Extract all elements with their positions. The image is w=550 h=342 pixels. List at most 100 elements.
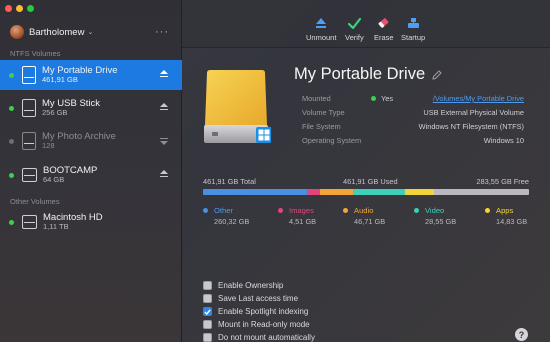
- eject-icon: [316, 16, 327, 30]
- usb-drive-icon: [22, 99, 36, 117]
- eject-icon[interactable]: [160, 170, 168, 179]
- volume-size: 64 GB: [43, 175, 65, 185]
- legend-label: Other: [214, 206, 233, 215]
- usage-segment-video: [352, 189, 406, 195]
- legend-dot: [485, 208, 490, 213]
- mounted-indicator: [9, 105, 14, 111]
- option-row[interactable]: Save Last access time: [203, 293, 298, 304]
- checkbox-checked[interactable]: [203, 307, 212, 316]
- usage-free: 283,55 GB Free: [476, 177, 529, 186]
- legend-label: Apps: [496, 206, 514, 215]
- file-system-value: Windows NT Filesystem (NTFS): [418, 122, 524, 131]
- verify-button[interactable]: Verify: [345, 16, 364, 42]
- info-operating-system: Operating System Windows 10: [302, 135, 524, 146]
- legend-other: Other 260,32 GB: [203, 206, 249, 226]
- info-file-system: File System Windows NT Filesystem (NTFS): [302, 121, 524, 132]
- sidebar-item-my-usb-stick[interactable]: My USB Stick 256 GB: [0, 93, 182, 123]
- sidebar-item-my-photo-archive[interactable]: My Photo Archive 128: [0, 126, 182, 156]
- checkbox[interactable]: [203, 294, 212, 303]
- sidebar-item-my-portable-drive[interactable]: My Portable Drive 461,91 GB: [0, 60, 182, 90]
- option-row[interactable]: Do not mount automatically: [203, 332, 315, 342]
- internal-disk-icon: [22, 168, 37, 182]
- legend-size: 14,83 GB: [496, 217, 528, 226]
- eraser-icon: [377, 16, 390, 30]
- legend-dot: [203, 208, 208, 213]
- toolbar: Unmount Verify Erase Startup: [182, 0, 550, 48]
- mounted-indicator: [371, 96, 376, 101]
- legend-apps: Apps 14,83 GB: [485, 206, 527, 226]
- volume-size: 461,91 GB: [42, 75, 78, 85]
- legend-dot: [278, 208, 283, 213]
- app-window: Bartholomew ⌄ ··· NTFS Volumes My Portab…: [0, 0, 550, 342]
- help-button[interactable]: ?: [515, 328, 528, 341]
- option-label: Mount in Read-only mode: [218, 320, 310, 329]
- eject-icon[interactable]: [160, 103, 168, 112]
- usage-total: 461,91 GB Total: [203, 177, 256, 186]
- info-volume-type: Volume Type USB External Physical Volume: [302, 107, 524, 118]
- legend-dot: [343, 208, 348, 213]
- mounted-indicator: [9, 72, 14, 78]
- option-row[interactable]: Enable Ownership: [203, 280, 283, 291]
- sidebar: Bartholomew ⌄ ··· NTFS Volumes My Portab…: [0, 0, 182, 342]
- minimize-window-button[interactable]: [16, 5, 23, 12]
- chevron-down-icon[interactable]: ⌄: [87, 28, 93, 36]
- volume-size: 128: [42, 141, 55, 151]
- user-name[interactable]: Bartholomew: [29, 27, 84, 38]
- legend-label: Audio: [354, 206, 374, 215]
- mount-icon[interactable]: [160, 136, 168, 145]
- option-label: Enable Spotlight indexing: [218, 307, 309, 316]
- checkmark-icon: [347, 16, 361, 30]
- avatar[interactable]: [10, 25, 24, 39]
- pencil-icon[interactable]: [432, 69, 442, 80]
- close-window-button[interactable]: [5, 5, 12, 12]
- option-label: Do not mount automatically: [218, 333, 315, 342]
- legend-label: Images: [289, 206, 314, 215]
- usage-segment-free: [434, 189, 529, 195]
- option-row[interactable]: Mount in Read-only mode: [203, 319, 310, 330]
- external-drive-icon: [201, 69, 272, 149]
- checkbox[interactable]: [203, 320, 212, 329]
- erase-button[interactable]: Erase: [374, 16, 394, 42]
- volume-type-label: Volume Type: [302, 108, 345, 117]
- sidebar-item-macintosh-hd[interactable]: Macintosh HD 1,11 TB: [0, 207, 182, 237]
- more-options-icon[interactable]: ···: [155, 26, 169, 38]
- legend-images: Images 4,51 GB: [278, 206, 316, 226]
- mounted-value: Yes: [381, 94, 394, 103]
- drive-title: My Portable Drive: [294, 65, 442, 84]
- internal-disk-icon: [22, 215, 37, 229]
- file-system-label: File System: [302, 122, 341, 131]
- mount-path-link[interactable]: /Volumes/My Portable Drive: [433, 94, 524, 103]
- checkbox[interactable]: [203, 281, 212, 290]
- drive-icon: [22, 132, 36, 150]
- legend-size: 260,32 GB: [214, 217, 250, 226]
- verify-label: Verify: [345, 33, 364, 42]
- startup-disk-icon: [407, 16, 420, 30]
- section-ntfs-volumes: NTFS Volumes: [10, 49, 61, 58]
- volume-type-value: USB External Physical Volume: [423, 108, 524, 117]
- unmount-button[interactable]: Unmount: [306, 16, 336, 42]
- drive-icon: [22, 66, 36, 84]
- legend-audio: Audio 46,71 GB: [343, 206, 385, 226]
- legend-size: 4,51 GB: [289, 217, 317, 226]
- mounted-indicator: [9, 172, 14, 178]
- checkmark-icon: [204, 308, 211, 315]
- checkbox[interactable]: [203, 333, 212, 342]
- legend-video: Video 28,55 GB: [414, 206, 456, 226]
- user-row: Bartholomew ⌄ ···: [10, 24, 169, 40]
- usage-segment-images: [307, 189, 321, 195]
- option-row[interactable]: Enable Spotlight indexing: [203, 306, 308, 317]
- unmounted-indicator: [9, 138, 14, 144]
- volume-size: 256 GB: [42, 108, 68, 118]
- usage-segment-apps: [405, 189, 435, 195]
- eject-icon[interactable]: [160, 70, 168, 79]
- legend-size: 28,55 GB: [425, 217, 457, 226]
- os-label: Operating System: [302, 136, 362, 145]
- startup-button[interactable]: Startup: [401, 16, 425, 42]
- volume-size: 1,11 TB: [43, 222, 69, 232]
- drive-title-text: My Portable Drive: [294, 65, 426, 83]
- sidebar-item-bootcamp[interactable]: BOOTCAMP 64 GB: [0, 160, 182, 190]
- usage-segment-other: [203, 189, 308, 195]
- info-mounted: Mounted Yes /Volumes/My Portable Drive: [302, 93, 524, 104]
- option-label: Enable Ownership: [218, 281, 284, 290]
- zoom-window-button[interactable]: [27, 5, 34, 12]
